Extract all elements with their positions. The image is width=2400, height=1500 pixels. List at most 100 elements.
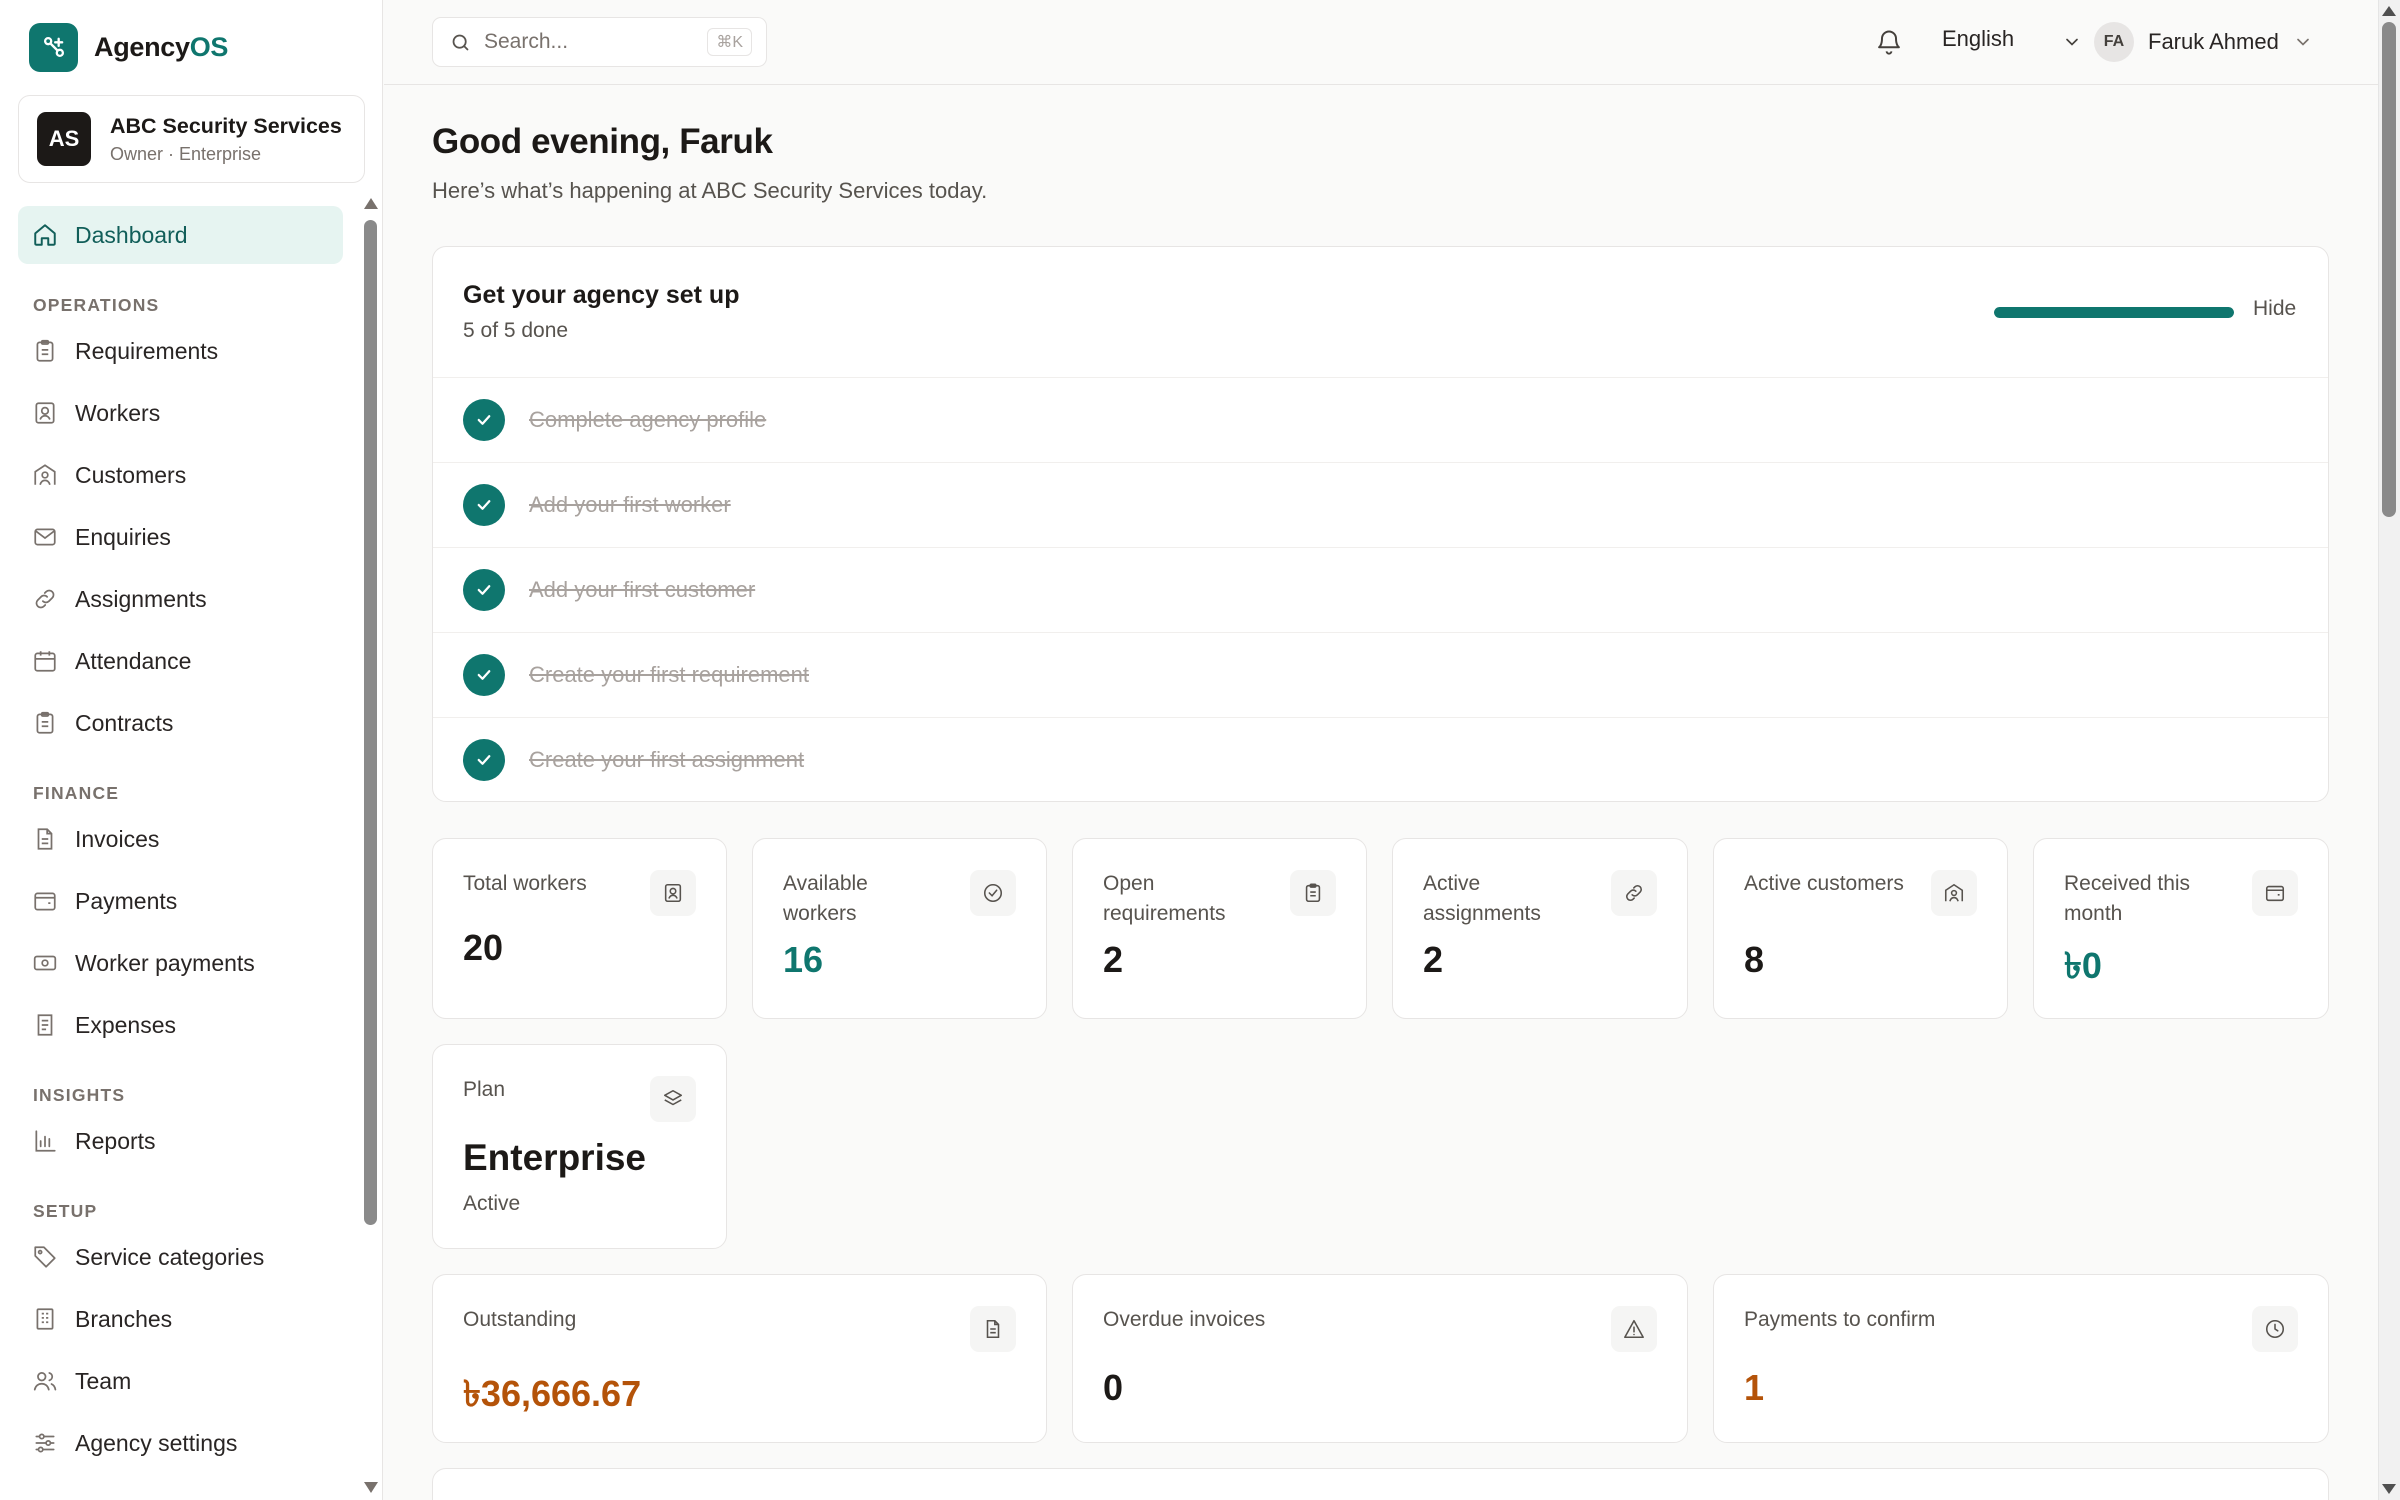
stat-value: ৳36,666.67 xyxy=(463,1373,642,1414)
sidebar-scroll-down-button[interactable] xyxy=(364,1482,378,1493)
stat-card-overdue-invoices[interactable]: Overdue invoices 0 xyxy=(1072,1274,1688,1443)
stat-card-received-this-month[interactable]: Received this month ৳0 xyxy=(2033,838,2329,1019)
clipboard-icon xyxy=(36,711,54,734)
language-chevron-down-icon[interactable] xyxy=(2062,32,2082,57)
search-input[interactable]: Search... ⌘K xyxy=(432,17,767,67)
stat-label: Available workers xyxy=(783,872,868,925)
sidebar-item-label: Attendance xyxy=(75,647,192,674)
link-icon xyxy=(35,589,55,609)
sidebar-scroll-up-button[interactable] xyxy=(364,198,378,209)
sidebar-item-reports[interactable]: Reports xyxy=(18,1112,343,1170)
sidebar-item-contracts[interactable]: Contracts xyxy=(18,694,343,752)
sidebar-item-requirements[interactable]: Requirements xyxy=(18,322,343,380)
sidebar-item-agency-settings[interactable]: Agency settings xyxy=(18,1414,343,1472)
setup-progress-fill xyxy=(1994,307,2234,318)
list-item[interactable]: Add your first worker xyxy=(433,462,2328,547)
page-scrollbar-thumb[interactable] xyxy=(2382,22,2396,517)
brand[interactable]: AgencyOS xyxy=(29,22,228,72)
sidebar-item-label: Payments xyxy=(75,887,178,914)
setup-step-label: Add your first worker xyxy=(529,492,731,517)
org-avatar: AS xyxy=(37,112,91,166)
bell-icon xyxy=(1878,30,1900,55)
sidebar-item-label: Workers xyxy=(75,399,161,426)
check-icon xyxy=(463,569,505,611)
calendar-icon xyxy=(34,651,56,672)
stat-card-plan[interactable]: Plan Enterprise Active xyxy=(432,1044,727,1249)
setup-step-label: Complete agency profile xyxy=(529,407,767,432)
sidebar-item-payments[interactable]: Payments xyxy=(18,872,343,930)
wallet-icon xyxy=(2252,870,2298,916)
stat-card-total-workers[interactable]: Total workers 20 xyxy=(432,838,727,1019)
sidebar-item-branches[interactable]: Branches xyxy=(18,1290,343,1348)
org-role: Owner · Enterprise xyxy=(110,143,262,164)
stat-label: Active customers xyxy=(1744,872,1904,895)
stat-value: 8 xyxy=(1744,939,1765,980)
setup-step-label: Create your first assignment xyxy=(529,747,805,772)
hide-setup-button[interactable]: Hide xyxy=(2253,297,2296,321)
sidebar-item-service-categories[interactable]: Service categories xyxy=(18,1228,343,1286)
sidebar-item-label: Requirements xyxy=(75,337,219,364)
sidebar-item-worker-payments[interactable]: Worker payments xyxy=(18,934,343,992)
id-badge-icon xyxy=(650,870,696,916)
document-icon xyxy=(37,828,53,850)
next-section-card xyxy=(432,1468,2329,1500)
page-subtitle: Here’s what’s happening at ABC Security … xyxy=(432,178,988,203)
setup-step-label: Add your first customer xyxy=(529,577,756,602)
stat-value: 2 xyxy=(1423,939,1444,980)
id-badge-icon xyxy=(35,402,55,424)
sidebar-section-finance: FINANCE xyxy=(33,783,120,803)
page-title: Good evening, Faruk xyxy=(432,122,773,161)
stat-card-available-workers[interactable]: Available workers 16 xyxy=(752,838,1047,1019)
users-icon xyxy=(33,1372,57,1391)
sidebar-item-assignments[interactable]: Assignments xyxy=(18,570,343,628)
setup-checklist-card: Get your agency set up 5 of 5 done Hide … xyxy=(432,246,2329,802)
notifications-button[interactable] xyxy=(1875,28,1903,61)
sidebar-item-workers[interactable]: Workers xyxy=(18,384,343,442)
page-scroll-up-button[interactable] xyxy=(2382,6,2396,16)
tag-icon xyxy=(34,1246,56,1268)
bar-chart-icon xyxy=(35,1130,56,1152)
building-icon xyxy=(36,1308,54,1330)
sidebar-item-dashboard[interactable]: Dashboard xyxy=(18,206,343,264)
stat-label: Outstanding xyxy=(463,1308,577,1331)
sidebar-item-label: Expenses xyxy=(75,1011,177,1038)
stat-label: Overdue invoices xyxy=(1103,1308,1266,1331)
stat-value: 20 xyxy=(463,927,504,968)
sidebar-section-operations: OPERATIONS xyxy=(33,295,160,315)
list-item[interactable]: Create your first assignment xyxy=(433,717,2328,802)
sidebar-nav: Dashboard OPERATIONS Requirements Worker… xyxy=(18,206,343,1476)
page-scroll-down-button[interactable] xyxy=(2382,1484,2396,1494)
stat-value: Enterprise xyxy=(463,1137,647,1178)
list-item[interactable]: Complete agency profile xyxy=(433,377,2328,462)
sidebar-item-enquiries[interactable]: Enquiries xyxy=(18,508,343,566)
sidebar-item-invoices[interactable]: Invoices xyxy=(18,810,343,868)
list-item[interactable]: Add your first customer xyxy=(433,547,2328,632)
check-icon xyxy=(463,739,505,781)
list-item[interactable]: Create your first requirement xyxy=(433,632,2328,717)
language-select[interactable]: English xyxy=(1942,26,2014,52)
user-name: Faruk Ahmed xyxy=(2148,29,2279,54)
sidebar-scrollbar-thumb[interactable] xyxy=(364,220,377,1225)
wallet-icon xyxy=(34,892,56,911)
user-menu[interactable]: FA Faruk Ahmed xyxy=(2094,22,2313,62)
stat-card-open-requirements[interactable]: Open requirements 2 xyxy=(1072,838,1367,1019)
stat-card-active-customers[interactable]: Active customers 8 xyxy=(1713,838,2008,1019)
sidebar-item-label: Worker payments xyxy=(75,949,255,976)
sidebar-item-attendance[interactable]: Attendance xyxy=(18,632,343,690)
search-placeholder: Search... xyxy=(484,30,569,53)
sidebar-item-label: Agency settings xyxy=(75,1429,238,1456)
sidebar-section-insights: INSIGHTS xyxy=(33,1085,126,1105)
stat-value: 2 xyxy=(1103,939,1124,980)
stat-card-outstanding[interactable]: Outstanding ৳36,666.67 xyxy=(432,1274,1047,1443)
organization-switcher[interactable]: AS ABC Security Services Owner · Enterpr… xyxy=(18,95,365,183)
sidebar-item-customers[interactable]: Customers xyxy=(18,446,343,504)
sidebar-item-label: Branches xyxy=(75,1305,173,1332)
sidebar-item-team[interactable]: Team xyxy=(18,1352,343,1410)
sidebar-item-label: Team xyxy=(75,1367,132,1394)
stat-value: 1 xyxy=(1744,1367,1765,1408)
sidebar-item-expenses[interactable]: Expenses xyxy=(18,996,343,1054)
stat-card-payments-to-confirm[interactable]: Payments to confirm 1 xyxy=(1713,1274,2329,1443)
stat-card-active-assignments[interactable]: Active assignments 2 xyxy=(1392,838,1688,1019)
clipboard-icon xyxy=(36,339,54,362)
building-user-icon xyxy=(1931,870,1977,916)
